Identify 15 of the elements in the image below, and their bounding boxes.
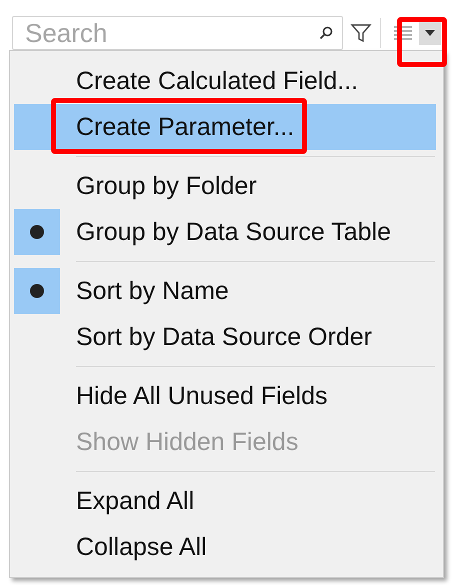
dropdown-button[interactable] <box>419 21 441 45</box>
menu-item[interactable]: Expand All <box>14 478 436 524</box>
menu-item[interactable]: Group by Data Source Table <box>14 209 436 255</box>
menu-item[interactable]: Create Calculated Field... <box>14 58 436 104</box>
filter-icon[interactable] <box>350 22 372 44</box>
menu-item[interactable]: Sort by Data Source Order <box>14 314 436 360</box>
menu-item[interactable]: Group by Folder <box>14 163 436 209</box>
menu-item[interactable]: Collapse All <box>14 524 436 570</box>
menu-item[interactable]: Sort by Name <box>14 268 436 314</box>
caret-icon <box>425 30 435 36</box>
menu-item[interactable]: Hide All Unused Fields <box>14 373 436 419</box>
search-field[interactable]: Search <box>12 16 343 50</box>
search-icon <box>319 26 333 40</box>
list-icon[interactable] <box>394 25 412 41</box>
menu-item[interactable]: Create Parameter... <box>14 104 436 150</box>
